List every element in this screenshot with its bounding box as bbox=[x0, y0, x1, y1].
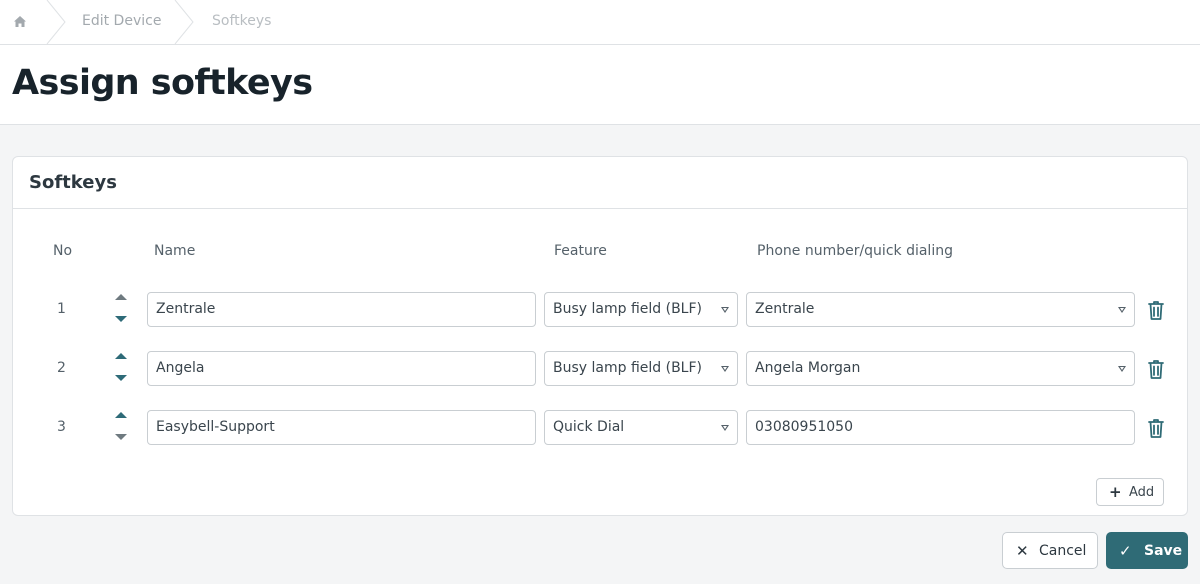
row-number: 3 bbox=[57, 419, 66, 435]
feature-select[interactable]: Busy lamp field (BLF) bbox=[544, 351, 738, 386]
softkey-row: 1 Zentrale Busy lamp field (BLF) Zentral… bbox=[13, 292, 1187, 328]
reorder-controls bbox=[113, 349, 129, 389]
feature-select-value: Busy lamp field (BLF) bbox=[553, 301, 702, 317]
page-title: Assign softkeys bbox=[12, 63, 313, 103]
column-header-feature: Feature bbox=[554, 243, 607, 259]
chevron-down-icon bbox=[721, 307, 729, 313]
move-up-icon[interactable] bbox=[115, 294, 127, 300]
name-input[interactable]: Zentrale bbox=[147, 292, 536, 327]
row-number: 1 bbox=[57, 301, 66, 317]
phone-input[interactable]: 03080951050 bbox=[746, 410, 1135, 445]
save-button[interactable]: ✓ Save bbox=[1106, 532, 1188, 569]
phone-select-value: Angela Morgan bbox=[755, 360, 861, 376]
cancel-button[interactable]: ✕ Cancel bbox=[1002, 532, 1098, 569]
card-title: Softkeys bbox=[29, 172, 117, 193]
move-up-icon[interactable] bbox=[115, 412, 127, 418]
breadcrumb-softkeys: Softkeys bbox=[212, 13, 272, 29]
move-down-icon[interactable] bbox=[115, 375, 127, 381]
move-up-icon[interactable] bbox=[115, 353, 127, 359]
name-input[interactable]: Easybell-Support bbox=[147, 410, 536, 445]
breadcrumb-separator bbox=[46, 0, 66, 44]
close-icon: ✕ bbox=[1016, 542, 1029, 560]
trash-icon[interactable] bbox=[1146, 299, 1166, 321]
phone-select[interactable]: Angela Morgan bbox=[746, 351, 1135, 386]
card-header: Softkeys bbox=[13, 157, 1187, 209]
phone-select-value: Zentrale bbox=[755, 301, 815, 317]
add-softkey-button[interactable]: + Add bbox=[1096, 478, 1164, 506]
softkey-row: 2 Angela Busy lamp field (BLF) Angela Mo… bbox=[13, 351, 1187, 387]
chevron-down-icon bbox=[721, 366, 729, 372]
column-header-no: No bbox=[53, 243, 73, 259]
softkeys-card: Softkeys No Name Feature Phone number/qu… bbox=[12, 156, 1188, 516]
breadcrumb-separator bbox=[174, 0, 194, 44]
page-header: Assign softkeys bbox=[0, 45, 1200, 125]
name-input[interactable]: Angela bbox=[147, 351, 536, 386]
plus-icon: + bbox=[1109, 483, 1122, 501]
column-header-phone: Phone number/quick dialing bbox=[757, 243, 953, 259]
feature-select[interactable]: Quick Dial bbox=[544, 410, 738, 445]
chevron-down-icon bbox=[1118, 307, 1126, 313]
trash-icon[interactable] bbox=[1146, 358, 1166, 380]
chevron-down-icon bbox=[721, 425, 729, 431]
cancel-label: Cancel bbox=[1039, 543, 1087, 559]
row-number: 2 bbox=[57, 360, 66, 376]
softkey-row: 3 Easybell-Support Quick Dial 0308095105… bbox=[13, 410, 1187, 446]
column-header-name: Name bbox=[154, 243, 196, 259]
move-down-icon[interactable] bbox=[115, 434, 127, 440]
breadcrumb-edit-device[interactable]: Edit Device bbox=[82, 13, 161, 29]
feature-select-value: Quick Dial bbox=[553, 419, 625, 435]
save-label: Save bbox=[1144, 543, 1183, 559]
feature-select-value: Busy lamp field (BLF) bbox=[553, 360, 702, 376]
home-icon[interactable] bbox=[12, 14, 28, 30]
breadcrumb: Edit Device Softkeys bbox=[0, 0, 1200, 45]
chevron-down-icon bbox=[1118, 366, 1126, 372]
reorder-controls bbox=[113, 408, 129, 448]
check-icon: ✓ bbox=[1119, 542, 1132, 560]
move-down-icon[interactable] bbox=[115, 316, 127, 322]
phone-select[interactable]: Zentrale bbox=[746, 292, 1135, 327]
trash-icon[interactable] bbox=[1146, 417, 1166, 439]
feature-select[interactable]: Busy lamp field (BLF) bbox=[544, 292, 738, 327]
reorder-controls bbox=[113, 290, 129, 330]
add-label: Add bbox=[1129, 485, 1155, 500]
